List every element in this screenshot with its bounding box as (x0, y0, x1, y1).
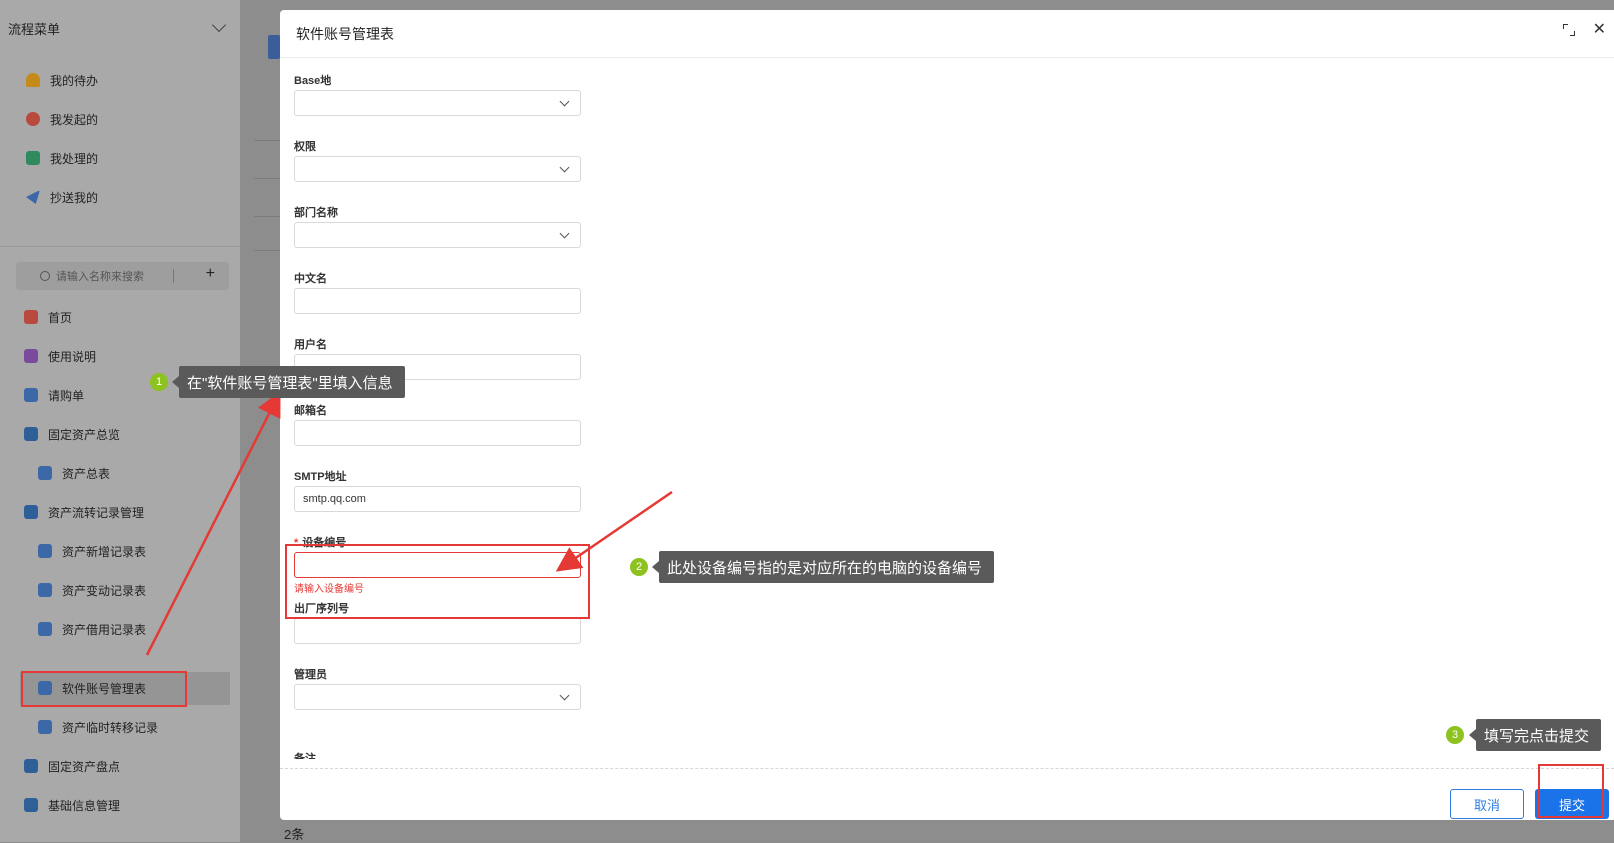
annotation-arrows (145, 391, 673, 656)
step-badge-1: 1 (150, 373, 168, 391)
step-badge-2: 2 (630, 558, 648, 576)
arrow-to-tip-1 (145, 391, 281, 656)
arrow-to-device-field (555, 490, 673, 572)
step-badge-3: 3 (1446, 726, 1464, 744)
annotation-tip-1: 在"软件账号管理表"里填入信息 (172, 366, 405, 398)
annotation-tip-2: 此处设备编号指的是对应所在的电脑的设备编号 (651, 551, 995, 583)
annotation-tip-3: 填写完点击提交 (1468, 719, 1602, 751)
